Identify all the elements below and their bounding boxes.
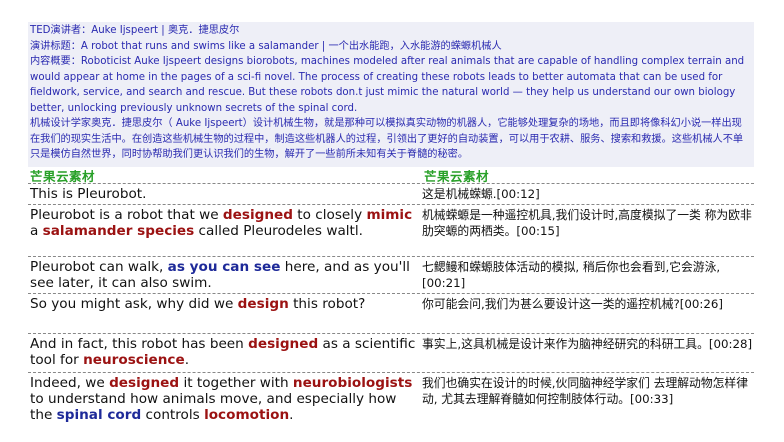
sentence-text: This is Pleurobot. xyxy=(30,186,147,202)
summary-english: 内容概要：Roboticist Auke Ijspeert designs bi… xyxy=(30,56,745,114)
transcript-row: Pleurobot is a robot that we designed to… xyxy=(28,204,754,257)
sentence-text: And in fact, this robot has been xyxy=(30,336,249,352)
transcript-row: This is Pleurobot. 这是机械蝾螈.[00:12] xyxy=(28,183,754,205)
vocab-highlight: as you can see xyxy=(167,259,281,275)
sentence-text: Pleurobot is a robot that we xyxy=(30,207,223,223)
talk-title-line: 演讲标题：A robot that runs and swims like a … xyxy=(30,40,502,52)
sentence-text: So you might ask, why did we xyxy=(30,296,238,312)
summary-chinese: 机械设计学家奥克．捷思皮尔（ Auke Ijspeert）设计机械生物，就是那种… xyxy=(30,118,744,160)
chinese-translation: 这是机械蝾螈.[00:12] xyxy=(422,187,540,201)
talk-info-panel: TED演讲者：Auke Ijspeert | 奥克．捷思皮尔 演讲标题：A ro… xyxy=(28,22,754,167)
sentence-text: this robot? xyxy=(288,296,366,312)
transcript-row: Pleurobot can walk, as you can see here,… xyxy=(28,256,754,294)
vocab-highlight: salamander species xyxy=(42,223,195,239)
vocab-highlight: mimic xyxy=(366,207,413,223)
vocab-highlight: neurobiologists xyxy=(292,375,413,391)
vocab-highlight: designed xyxy=(248,336,319,352)
vocab-highlight: designed xyxy=(222,207,293,223)
speaker-line: TED演讲者：Auke Ijspeert | 奥克．捷思皮尔 xyxy=(30,25,240,36)
vocab-highlight: design xyxy=(237,296,289,312)
english-sentence: Pleurobot can walk, as you can see here,… xyxy=(28,257,420,294)
vocab-highlight: designed xyxy=(109,375,180,391)
transcript-row: And in fact, this robot has been designe… xyxy=(28,333,754,373)
sentence-text: it together with xyxy=(179,375,293,391)
english-sentence: Indeed, we designed it together with neu… xyxy=(28,373,420,442)
chinese-translation: 七鳃鳗和蝾螈肢体活动的模拟, 稍后你也会看到,它会游泳,[00:21] xyxy=(422,260,721,290)
sentence-text: a xyxy=(30,223,43,239)
english-sentence: So you might ask, why did we design this… xyxy=(28,294,420,334)
sentence-text: called Pleurodeles waltl. xyxy=(194,223,363,239)
chinese-translation: 事实上,这具机械是设计来作为脑神经研究的科研工具。[00:28] xyxy=(422,337,753,351)
english-sentence: And in fact, this robot has been designe… xyxy=(28,334,420,373)
sentence-text: . xyxy=(289,407,294,423)
sentence-text: controls xyxy=(141,407,205,423)
sentence-text: . xyxy=(184,352,190,368)
vocab-highlight: locomotion xyxy=(204,407,290,423)
transcript-row: Indeed, we designed it together with neu… xyxy=(28,372,754,442)
chinese-translation: 机械蝾螈是一种遥控机具,我们设计时,高度模拟了一类 称为欧非肋突螈的两栖类。[0… xyxy=(422,208,752,238)
transcript-row: So you might ask, why did we design this… xyxy=(28,293,754,334)
sentence-text: Pleurobot can walk, xyxy=(30,259,168,275)
english-sentence: This is Pleurobot. xyxy=(28,184,420,205)
sentence-text: to closely xyxy=(292,207,367,223)
chinese-translation: 你可能会问,我们为甚么要设计这一类的遥控机械?[00:26] xyxy=(422,297,723,311)
sentence-text: Indeed, we xyxy=(30,375,110,391)
english-sentence: Pleurobot is a robot that we designed to… xyxy=(28,205,420,257)
vocab-highlight: neuroscience xyxy=(83,352,185,368)
chinese-translation: 我们也确实在设计的时候,伙同脑神经学家们 去理解动物怎样律动, 尤其去理解脊髓如… xyxy=(422,376,749,406)
vocab-highlight: spinal cord xyxy=(56,407,142,423)
